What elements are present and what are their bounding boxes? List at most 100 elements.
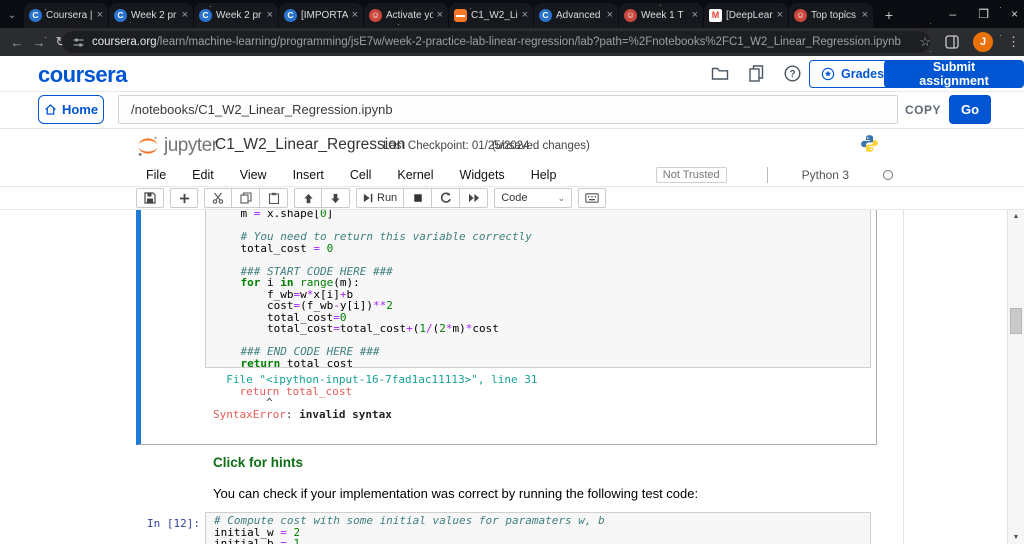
scroll-up-arrow[interactable]: ▲	[1008, 213, 1024, 220]
tab-close-icon[interactable]: ×	[182, 10, 188, 21]
bookmark-star-icon[interactable]: ☆	[919, 34, 931, 50]
tab-close-icon[interactable]: ×	[522, 10, 528, 21]
split-screen-icon[interactable]	[945, 35, 959, 49]
tab-advanced[interactable]: Advanced ×	[534, 3, 618, 28]
menu-help[interactable]: Help	[531, 168, 557, 182]
menu-kernel[interactable]: Kernel	[397, 168, 433, 182]
paste-icon	[268, 192, 279, 204]
keyboard-icon	[585, 193, 599, 203]
kernel-name: Python 3	[801, 167, 849, 182]
window-restore-button[interactable]: ❐	[978, 7, 989, 21]
cell2-code[interactable]: # Compute cost with some initial values …	[214, 515, 866, 544]
save-button[interactable]	[136, 188, 164, 208]
browser-tab-bar: ⌄ Coursera | × Week 2 pr × Week 2 pr × […	[0, 0, 1024, 28]
help-icon[interactable]: ?	[784, 65, 801, 82]
back-button[interactable]: ←	[6, 35, 28, 50]
move-cell-down-button[interactable]	[322, 188, 350, 208]
fast-forward-icon	[468, 193, 479, 203]
click-for-hints-link[interactable]: Click for hints	[213, 455, 303, 470]
deeplearning-favicon	[369, 9, 382, 22]
deeplearning-favicon	[624, 9, 637, 22]
tab-close-icon[interactable]: ×	[437, 10, 443, 21]
tab-week2-practice-2[interactable]: Week 2 pr ×	[194, 3, 278, 28]
tab-week2-practice-1[interactable]: Week 2 pr ×	[109, 3, 193, 28]
tab-week1[interactable]: Week 1 T ×	[619, 3, 703, 28]
cell1-code[interactable]: m = x.shape[0] # You need to return this…	[214, 210, 866, 367]
notebook-scrollbar[interactable]: ▲ ▼	[1007, 210, 1024, 544]
cell-type-select[interactable]: Code ⌄	[494, 188, 573, 208]
save-icon	[144, 192, 156, 204]
paste-cell-button[interactable]	[260, 188, 288, 208]
code-editor[interactable]: m = x.shape[0] # You need to return this…	[205, 210, 871, 368]
tab-close-icon[interactable]: ×	[352, 10, 358, 21]
cell1-error-output: File "<ipython-input-16-7fad1ac11113>", …	[213, 373, 538, 421]
tab-close-icon[interactable]: ×	[777, 10, 783, 21]
tab-close-icon[interactable]: ×	[97, 10, 103, 21]
jupyter-logo[interactable]: jupyter	[136, 134, 218, 158]
tab-top-topics[interactable]: Top topics ×	[789, 3, 873, 28]
python-logo-icon	[861, 135, 878, 152]
coursera-favicon	[199, 9, 212, 22]
coursera-favicon	[29, 9, 42, 22]
tab-activate[interactable]: Activate yo ×	[364, 3, 448, 28]
cut-cell-button[interactable]	[204, 188, 232, 208]
profile-avatar[interactable]: J	[973, 32, 993, 52]
scrollbar-thumb[interactable]	[1010, 308, 1022, 334]
tab-close-icon[interactable]: ×	[692, 10, 698, 21]
address-bar-input[interactable]: coursera.org/learn/machine-learning/prog…	[62, 31, 930, 53]
menu-insert[interactable]: Insert	[293, 168, 324, 182]
tab-close-icon[interactable]: ×	[862, 10, 868, 21]
jupyter-toolbar: Run Code ⌄	[0, 187, 1024, 210]
markdown-paragraph: You can check if your implementation was…	[213, 486, 699, 501]
arrow-up-icon	[303, 193, 313, 203]
submit-assignment-button[interactable]: Submit assignment	[884, 60, 1024, 88]
tab-gmail[interactable]: [DeepLear ×	[704, 3, 788, 28]
menu-cell[interactable]: Cell	[350, 168, 372, 182]
tab-coursera-home[interactable]: Coursera | ×	[24, 3, 108, 28]
menu-file[interactable]: File	[146, 168, 166, 182]
interrupt-kernel-button[interactable]	[404, 188, 433, 208]
star-decoration	[0, 28, 1, 29]
home-button[interactable]: Home	[38, 95, 104, 124]
tab-close-icon[interactable]: ×	[607, 10, 613, 21]
move-cell-up-button[interactable]	[294, 188, 322, 208]
menu-edit[interactable]: Edit	[192, 168, 214, 182]
new-tab-button[interactable]: +	[878, 4, 900, 26]
go-button[interactable]: Go	[949, 95, 991, 124]
copy-files-icon[interactable]	[749, 65, 764, 82]
stop-icon	[413, 194, 422, 202]
files-folder-icon[interactable]	[711, 65, 729, 81]
tab-important[interactable]: [IMPORTA ×	[279, 3, 363, 28]
site-settings-icon[interactable]	[72, 36, 85, 49]
run-cell-button[interactable]: Run	[356, 188, 405, 208]
restart-run-all-button[interactable]	[460, 188, 489, 208]
coursera-favicon	[539, 9, 552, 22]
test-code-cell[interactable]: In [12]: # Compute cost with some initia…	[136, 511, 877, 544]
tab-close-icon[interactable]: ×	[267, 10, 273, 21]
selected-code-cell[interactable]: m = x.shape[0] # You need to return this…	[136, 210, 877, 445]
tab-search-icon[interactable]: ⌄	[0, 2, 24, 28]
menu-widgets[interactable]: Widgets	[460, 168, 505, 182]
scroll-down-arrow[interactable]: ▼	[1008, 534, 1024, 541]
notebook-title[interactable]: C1_W2_Linear_Regression	[215, 136, 405, 154]
notebook-path-input[interactable]: /notebooks/C1_W2_Linear_Regression.ipynb	[118, 95, 898, 124]
deeplearning-favicon	[794, 9, 807, 22]
restart-kernel-button[interactable]	[432, 188, 461, 208]
copy-cell-button[interactable]	[232, 188, 260, 208]
coursera-favicon	[114, 9, 127, 22]
arrow-down-icon	[331, 193, 340, 203]
jupyter-logo-icon	[138, 136, 158, 156]
window-close-button[interactable]: ×	[1011, 7, 1018, 21]
coursera-logo[interactable]: coursera	[38, 62, 127, 88]
add-cell-button[interactable]	[170, 188, 198, 208]
menu-view[interactable]: View	[240, 168, 267, 182]
tab-notebook[interactable]: C1_W2_Li ×	[449, 3, 533, 28]
browser-menu-icon[interactable]: ⋮	[1007, 34, 1020, 50]
window-minimize-button[interactable]: –	[950, 7, 957, 21]
code-editor[interactable]: # Compute cost with some initial values …	[205, 512, 871, 544]
command-palette-button[interactable]	[578, 188, 607, 208]
notebook-path-bar: Home /notebooks/C1_W2_Linear_Regression.…	[0, 93, 1024, 129]
browser-url-bar: ← → ↻ coursera.org/learn/machine-learnin…	[0, 28, 1024, 56]
copy-path-button[interactable]: COPY	[905, 98, 941, 122]
forward-button[interactable]: →	[28, 35, 50, 50]
